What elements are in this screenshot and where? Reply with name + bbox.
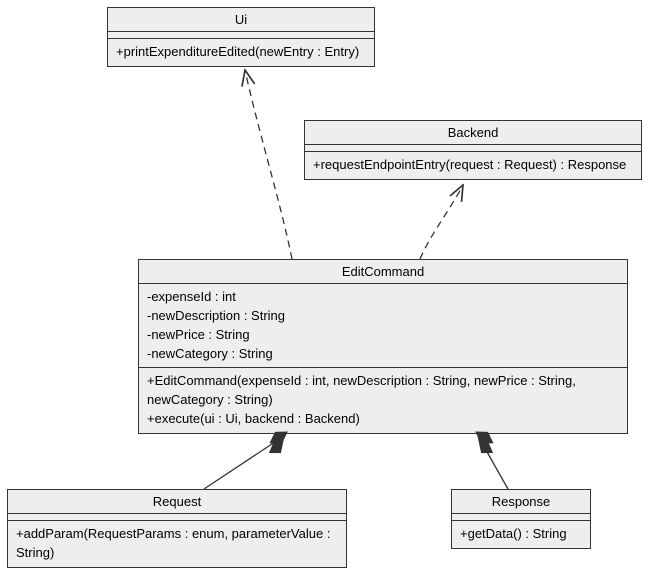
class-request-attributes bbox=[8, 514, 346, 521]
edge-editcommand-ui bbox=[245, 70, 292, 259]
class-ui-title: Ui bbox=[108, 8, 374, 32]
class-editcommand-attr: -newPrice : String bbox=[147, 326, 619, 345]
class-editcommand-attr: -expenseId : int bbox=[147, 288, 619, 307]
edge-editcommand-backend bbox=[420, 185, 463, 259]
class-backend-methods: +requestEndpointEntry(request : Request)… bbox=[305, 152, 641, 179]
class-response-attributes bbox=[452, 514, 590, 521]
class-ui-method: +printExpenditureEdited(newEntry : Entry… bbox=[116, 43, 366, 62]
class-backend-method: +requestEndpointEntry(request : Request)… bbox=[313, 156, 633, 175]
edge-request-editcommand bbox=[204, 436, 284, 489]
class-request: Request +addParam(RequestParams : enum, … bbox=[7, 489, 347, 568]
class-ui-methods: +printExpenditureEdited(newEntry : Entry… bbox=[108, 39, 374, 66]
class-backend-title: Backend bbox=[305, 121, 641, 145]
edge-response-editcommand bbox=[478, 436, 508, 489]
class-editcommand-attr: -newDescription : String bbox=[147, 307, 619, 326]
class-editcommand-methods: +EditCommand(expenseId : int, newDescrip… bbox=[139, 368, 627, 433]
class-request-method: +addParam(RequestParams : enum, paramete… bbox=[16, 525, 338, 563]
class-ui: Ui +printExpenditureEdited(newEntry : En… bbox=[107, 7, 375, 67]
class-response-methods: +getData() : String bbox=[452, 521, 590, 548]
diamond-response bbox=[471, 436, 495, 458]
class-request-methods: +addParam(RequestParams : enum, paramete… bbox=[8, 521, 346, 567]
class-ui-attributes bbox=[108, 32, 374, 39]
class-request-title: Request bbox=[8, 490, 346, 514]
class-editcommand-attr: -newCategory : String bbox=[147, 345, 619, 364]
class-backend: Backend +requestEndpointEntry(request : … bbox=[304, 120, 642, 180]
class-editcommand-method: +execute(ui : Ui, backend : Backend) bbox=[147, 410, 619, 429]
class-backend-attributes bbox=[305, 145, 641, 152]
class-editcommand-title: EditCommand bbox=[139, 260, 627, 284]
class-editcommand-method: +EditCommand(expenseId : int, newDescrip… bbox=[147, 372, 619, 410]
class-editcommand-attributes: -expenseId : int -newDescription : Strin… bbox=[139, 284, 627, 368]
class-response-title: Response bbox=[452, 490, 590, 514]
class-response: Response +getData() : String bbox=[451, 489, 591, 549]
class-response-method: +getData() : String bbox=[460, 525, 582, 544]
class-editcommand: EditCommand -expenseId : int -newDescrip… bbox=[138, 259, 628, 434]
diamond-request bbox=[266, 436, 290, 458]
